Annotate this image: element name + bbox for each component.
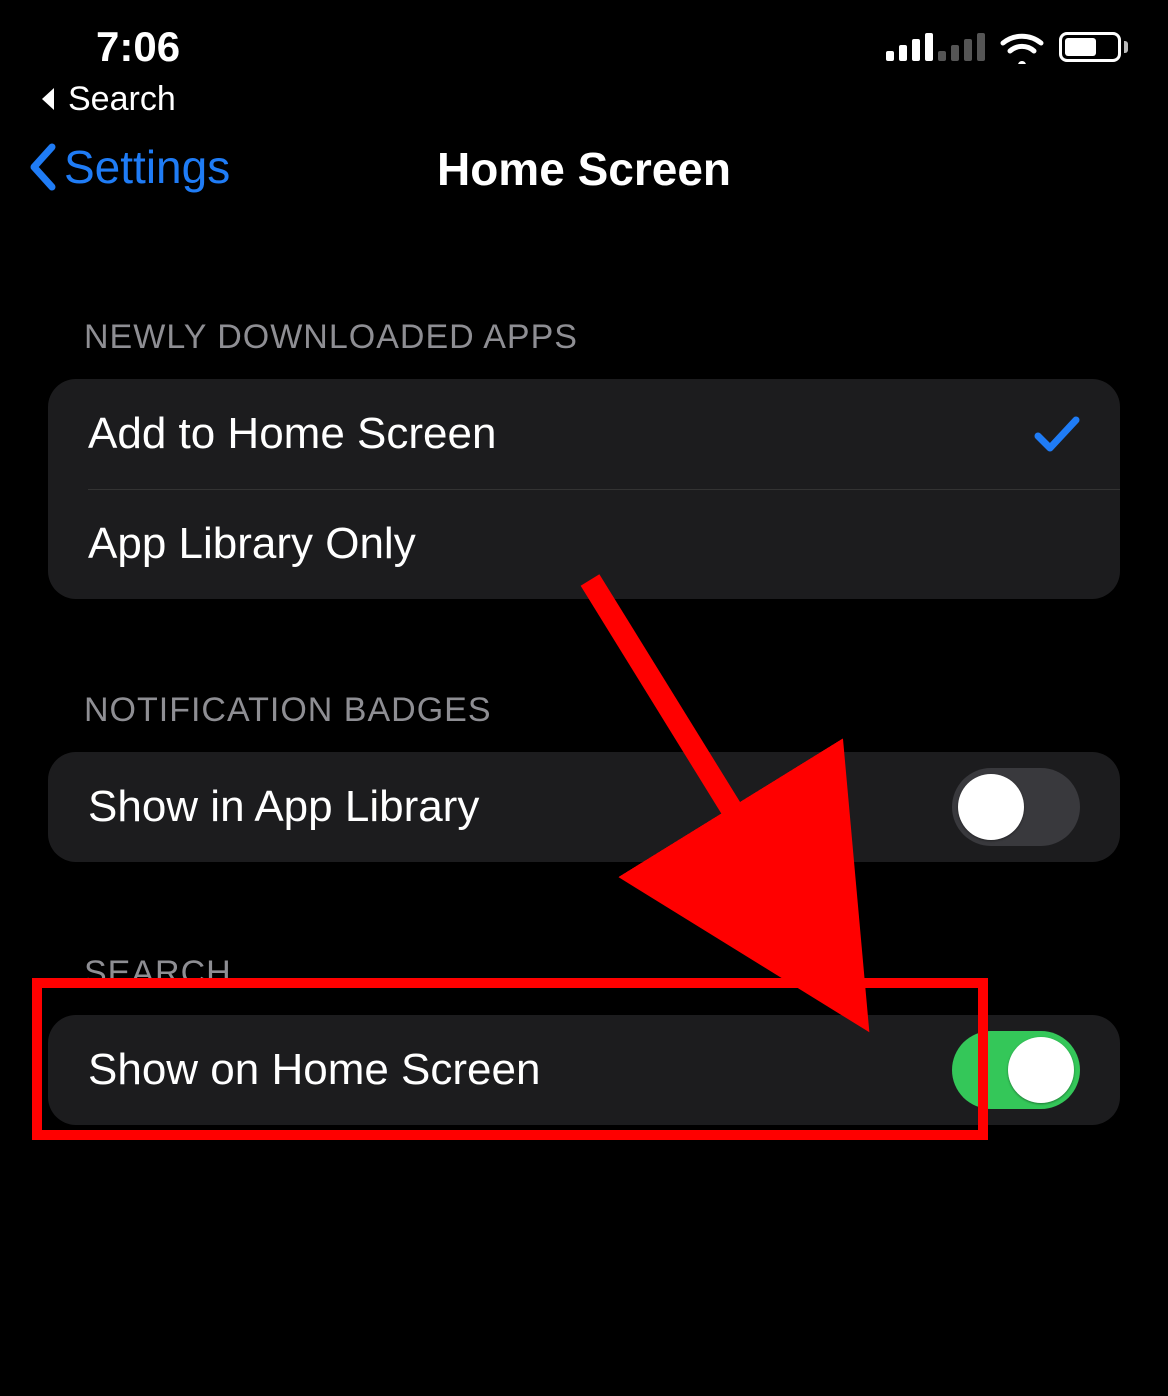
settings-group: Show in App Library — [48, 752, 1120, 862]
section-header: NOTIFICATION BADGES — [48, 691, 1120, 752]
row-show-in-app-library: Show in App Library — [48, 752, 1120, 862]
section-header: SEARCH — [48, 954, 1120, 1015]
toggle-knob — [1008, 1037, 1074, 1103]
breadcrumb-back[interactable]: Search — [0, 72, 1168, 120]
cellular-icon — [886, 33, 985, 61]
row-label: Show on Home Screen — [88, 1045, 540, 1095]
settings-group: Show on Home Screen — [48, 1015, 1120, 1125]
status-bar: 7:06 — [0, 0, 1168, 72]
option-label: App Library Only — [88, 519, 416, 569]
section-newly-downloaded: NEWLY DOWNLOADED APPS Add to Home Screen… — [0, 318, 1168, 599]
settings-group: Add to Home Screen App Library Only — [48, 379, 1120, 599]
battery-icon — [1059, 32, 1128, 62]
page-title: Home Screen — [437, 142, 731, 196]
status-indicators — [886, 30, 1128, 64]
nav-back-button[interactable]: Settings — [28, 140, 230, 194]
nav-header: Settings Home Screen — [0, 120, 1168, 240]
triangle-left-icon — [40, 86, 58, 112]
toggle-show-on-home-screen[interactable] — [952, 1031, 1080, 1109]
toggle-knob — [958, 774, 1024, 840]
section-header: NEWLY DOWNLOADED APPS — [48, 318, 1120, 379]
row-show-on-home-screen: Show on Home Screen — [48, 1015, 1120, 1125]
option-app-library-only[interactable]: App Library Only — [48, 489, 1120, 599]
section-notification-badges: NOTIFICATION BADGES Show in App Library — [0, 691, 1168, 862]
section-search: SEARCH Show on Home Screen — [0, 954, 1168, 1125]
wifi-icon — [999, 30, 1045, 64]
checkmark-icon — [1034, 414, 1080, 454]
option-add-to-home-screen[interactable]: Add to Home Screen — [48, 379, 1120, 489]
toggle-show-in-app-library[interactable] — [952, 768, 1080, 846]
nav-back-label: Settings — [64, 140, 230, 194]
chevron-left-icon — [28, 143, 58, 191]
settings-home-screen-page: 7:06 Search — [0, 0, 1168, 1396]
option-label: Add to Home Screen — [88, 409, 496, 459]
breadcrumb-label: Search — [68, 80, 176, 119]
status-time: 7:06 — [96, 23, 180, 71]
row-label: Show in App Library — [88, 782, 479, 832]
